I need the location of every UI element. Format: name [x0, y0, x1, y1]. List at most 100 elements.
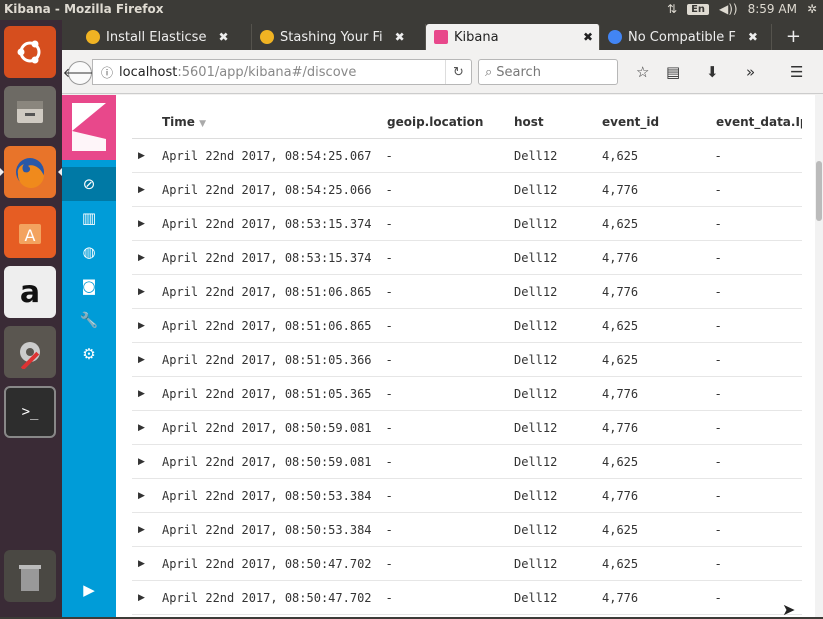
google-favicon-icon [608, 30, 622, 44]
tab-install-elasticsearch[interactable]: Install Elasticse ✖ [78, 24, 252, 50]
cell-event-id: 4,625 [602, 523, 639, 537]
cell-time: April 22nd 2017, 08:51:06.865 [162, 285, 372, 299]
expand-row-icon[interactable]: ▶ [138, 445, 145, 479]
expand-row-icon[interactable]: ▶ [138, 547, 145, 581]
column-time[interactable]: Time ▼ [162, 105, 206, 139]
table-row[interactable]: ▶ April 22nd 2017, 08:51:05.365 - Dell12 4,7… [132, 377, 802, 411]
column-event-id[interactable]: event_id [602, 105, 659, 139]
search-bar[interactable]: ⌕ Search [478, 59, 618, 85]
expand-row-icon[interactable]: ▶ [138, 207, 145, 241]
timelion-icon[interactable]: ◙ [62, 269, 116, 303]
cell-geoip-location: - [387, 353, 392, 367]
table-row[interactable]: ▶ April 22nd 2017, 08:50:47.702 - Dell12 4,6… [132, 547, 802, 581]
url-path: :5601/app/kibana#/discover?_g [177, 64, 357, 80]
expand-row-icon[interactable]: ▶ [138, 343, 145, 377]
dev-tools-wrench-icon[interactable]: 🔧 [62, 303, 116, 337]
expand-row-icon[interactable]: ▶ [138, 275, 145, 309]
cell-event-data-ip: - [716, 183, 721, 197]
expand-row-icon[interactable]: ▶ [138, 173, 145, 207]
tab-kibana[interactable]: Kibana ✖ [426, 24, 600, 50]
cell-geoip-location: - [387, 523, 392, 537]
new-tab-button[interactable]: + [786, 26, 801, 47]
column-geoip-location[interactable]: geoip.location [387, 105, 483, 139]
settings-gear-icon[interactable]: ✲ [807, 2, 817, 16]
expand-row-icon[interactable]: ▶ [138, 241, 145, 275]
expand-row-icon[interactable]: ▶ [138, 377, 145, 411]
table-row[interactable]: ▶ April 22nd 2017, 08:51:06.865 - Dell12 4,7… [132, 275, 802, 309]
files-icon[interactable] [4, 86, 56, 138]
table-row[interactable]: ▶ April 22nd 2017, 08:50:59.081 - Dell12 4,7… [132, 411, 802, 445]
kibana-sidebar: ⊘ ▥ ◍ ◙ 🔧 ⚙ ▶ [62, 95, 116, 617]
network-icon[interactable]: ⇅ [667, 2, 677, 16]
cell-host: Dell12 [514, 591, 558, 605]
cell-event-data-ip: - [716, 557, 721, 571]
close-tab-icon[interactable]: ✖ [395, 30, 405, 44]
dashboard-icon[interactable]: ◍ [62, 235, 116, 269]
tab-label: Kibana [454, 29, 499, 45]
cell-time: April 22nd 2017, 08:50:59.081 [162, 455, 372, 469]
expand-row-icon[interactable]: ▶ [138, 139, 145, 173]
visualize-icon[interactable]: ▥ [62, 201, 116, 235]
table-row[interactable]: ▶ April 22nd 2017, 08:51:05.366 - Dell12 4,6… [132, 343, 802, 377]
table-row[interactable]: ▶ April 22nd 2017, 08:50:53.384 - Dell12 4,7… [132, 479, 802, 513]
cell-event-id: 4,776 [602, 387, 639, 401]
cell-event-id: 4,625 [602, 557, 639, 571]
cell-event-data-ip: - [716, 353, 721, 367]
management-gear-icon[interactable]: ⚙ [62, 337, 116, 371]
cell-time: April 22nd 2017, 08:50:53.384 [162, 489, 372, 503]
table-row[interactable]: ▶ April 22nd 2017, 08:50:47.702 - Dell12 4,7… [132, 581, 802, 615]
table-row[interactable]: ▶ April 22nd 2017, 08:50:59.081 - Dell12 4,6… [132, 445, 802, 479]
ubuntu-dash-icon[interactable] [4, 26, 56, 78]
firefox-icon[interactable] [0, 146, 62, 198]
column-event-data-ip[interactable]: event_data.Ip [716, 105, 802, 139]
cell-geoip-location: - [387, 591, 392, 605]
close-tab-icon[interactable]: ✖ [218, 30, 228, 44]
discover-icon[interactable]: ⊘ [62, 167, 116, 201]
trash-icon[interactable] [4, 550, 56, 602]
back-button[interactable]: 🡐 [63, 61, 97, 85]
table-row[interactable]: ▶ April 22nd 2017, 08:53:15.374 - Dell12 4,6… [132, 207, 802, 241]
tab-label: Install Elasticse [106, 29, 207, 45]
expand-row-icon[interactable]: ▶ [138, 411, 145, 445]
clock[interactable]: 8:59 AM [748, 2, 797, 16]
table-row[interactable]: ▶ April 22nd 2017, 08:54:25.067 - Dell12 4,6… [132, 139, 802, 173]
volume-icon[interactable]: ◀)) [719, 2, 738, 16]
terminal-icon[interactable]: >_ [4, 386, 56, 438]
menu-hamburger-icon[interactable]: ☰ [790, 63, 803, 81]
tab-no-compatible[interactable]: No Compatible F ✖ [600, 24, 772, 50]
overflow-chevron-icon[interactable]: » [746, 63, 755, 81]
url-bar[interactable]: ⓘ localhost :5601/app/kibana#/discover?_… [92, 59, 472, 85]
reload-icon[interactable]: ↻ [445, 60, 471, 84]
column-host[interactable]: host [514, 105, 544, 139]
scrollbar[interactable] [815, 95, 823, 617]
amazon-icon[interactable]: a [4, 266, 56, 318]
cell-event-id: 4,625 [602, 319, 639, 333]
firefox-window: Install Elasticse ✖ Stashing Your Fi ✖ K… [62, 20, 823, 619]
reading-list-icon[interactable]: ▤ [666, 63, 680, 81]
table-row[interactable]: ▶ April 22nd 2017, 08:53:15.374 - Dell12 4,7… [132, 241, 802, 275]
cell-time: April 22nd 2017, 08:53:15.374 [162, 251, 372, 265]
expand-row-icon[interactable]: ▶ [138, 479, 145, 513]
keyboard-lang-indicator[interactable]: En [687, 3, 710, 15]
cell-event-id: 4,625 [602, 217, 639, 231]
table-row[interactable]: ▶ April 22nd 2017, 08:51:06.865 - Dell12 4,6… [132, 309, 802, 343]
tab-stashing-your-first-event[interactable]: Stashing Your Fi ✖ [252, 24, 426, 50]
cell-geoip-location: - [387, 149, 392, 163]
collapse-sidebar-icon[interactable]: ▶ [62, 573, 116, 607]
cell-event-id: 4,776 [602, 421, 639, 435]
cell-event-data-ip: - [716, 387, 721, 401]
expand-row-icon[interactable]: ▶ [138, 513, 145, 547]
expand-row-icon[interactable]: ▶ [138, 581, 145, 615]
downloads-icon[interactable]: ⬇ [706, 63, 719, 81]
window-title: Kibana - Mozilla Firefox [4, 2, 164, 16]
close-tab-icon[interactable]: ✖ [748, 30, 758, 44]
expand-row-icon[interactable]: ▶ [138, 309, 145, 343]
software-center-icon[interactable]: A [4, 206, 56, 258]
table-row[interactable]: ▶ April 22nd 2017, 08:54:25.066 - Dell12 4,7… [132, 173, 802, 207]
kibana-logo[interactable] [62, 95, 116, 160]
site-info-icon[interactable]: ⓘ [101, 64, 113, 81]
system-settings-icon[interactable] [4, 326, 56, 378]
table-row[interactable]: ▶ April 22nd 2017, 08:50:53.384 - Dell12 4,6… [132, 513, 802, 547]
bookmark-star-icon[interactable]: ☆ [636, 63, 649, 81]
close-tab-icon[interactable]: ✖ [583, 30, 593, 44]
